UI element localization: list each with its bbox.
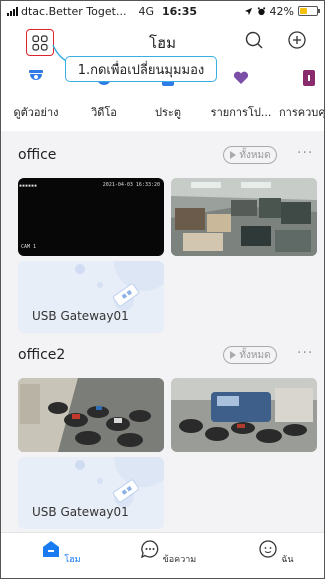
home-icon xyxy=(43,541,60,557)
gateway-tile-office[interactable]: USB Gateway01 xyxy=(18,261,164,333)
camera-tile-office-2[interactable] xyxy=(171,178,317,256)
profile-icon xyxy=(259,540,278,558)
section-title-office2: office2 xyxy=(18,347,66,363)
camera-tile-office2-1[interactable] xyxy=(18,378,164,452)
camera-name: CAM 1 xyxy=(21,244,37,250)
view-all-office2-button[interactable]: ทั้งหมด xyxy=(223,346,277,364)
bottom-navigation: โฮม ข้อความ ฉัน xyxy=(1,532,324,578)
nav-home[interactable]: โฮม xyxy=(31,539,91,566)
camera-tile-office2-2[interactable] xyxy=(171,378,317,452)
nav-messages[interactable]: ข้อความ xyxy=(138,539,198,566)
gateway-label: USB Gateway01 xyxy=(32,309,129,323)
app-frame: dtac.Better Toget... 4G 16:35 42% โฮม ดู… xyxy=(0,0,325,579)
section-title-office: office xyxy=(18,147,57,163)
play-icon xyxy=(230,351,237,359)
play-icon xyxy=(230,151,237,159)
nav-profile[interactable]: ฉัน xyxy=(246,539,306,566)
more-options-office[interactable]: ··· xyxy=(297,145,313,161)
camera-feed-image xyxy=(18,378,164,452)
more-options-office2[interactable]: ··· xyxy=(297,345,313,361)
camera-feed-image xyxy=(171,378,317,452)
camera-feed-image xyxy=(171,178,317,256)
instruction-callout: 1.กดเพื่อเปลี่ยนมุมมอง xyxy=(65,56,217,82)
view-all-office-button[interactable]: ทั้งหมด xyxy=(223,146,277,164)
camera-small-label: ▪▪▪▪▪▪ xyxy=(19,183,38,189)
callout-pointer xyxy=(52,44,72,64)
gateway-tile-office2[interactable]: USB Gateway01 xyxy=(18,457,164,529)
camera-tile-office-1[interactable]: ▪▪▪▪▪▪ 2021-04-03 16:33:20 CAM 1 xyxy=(18,178,164,256)
message-icon xyxy=(140,540,159,559)
gateway-label: USB Gateway01 xyxy=(32,505,129,519)
camera-timestamp: 2021-04-03 16:33:20 xyxy=(102,182,160,188)
